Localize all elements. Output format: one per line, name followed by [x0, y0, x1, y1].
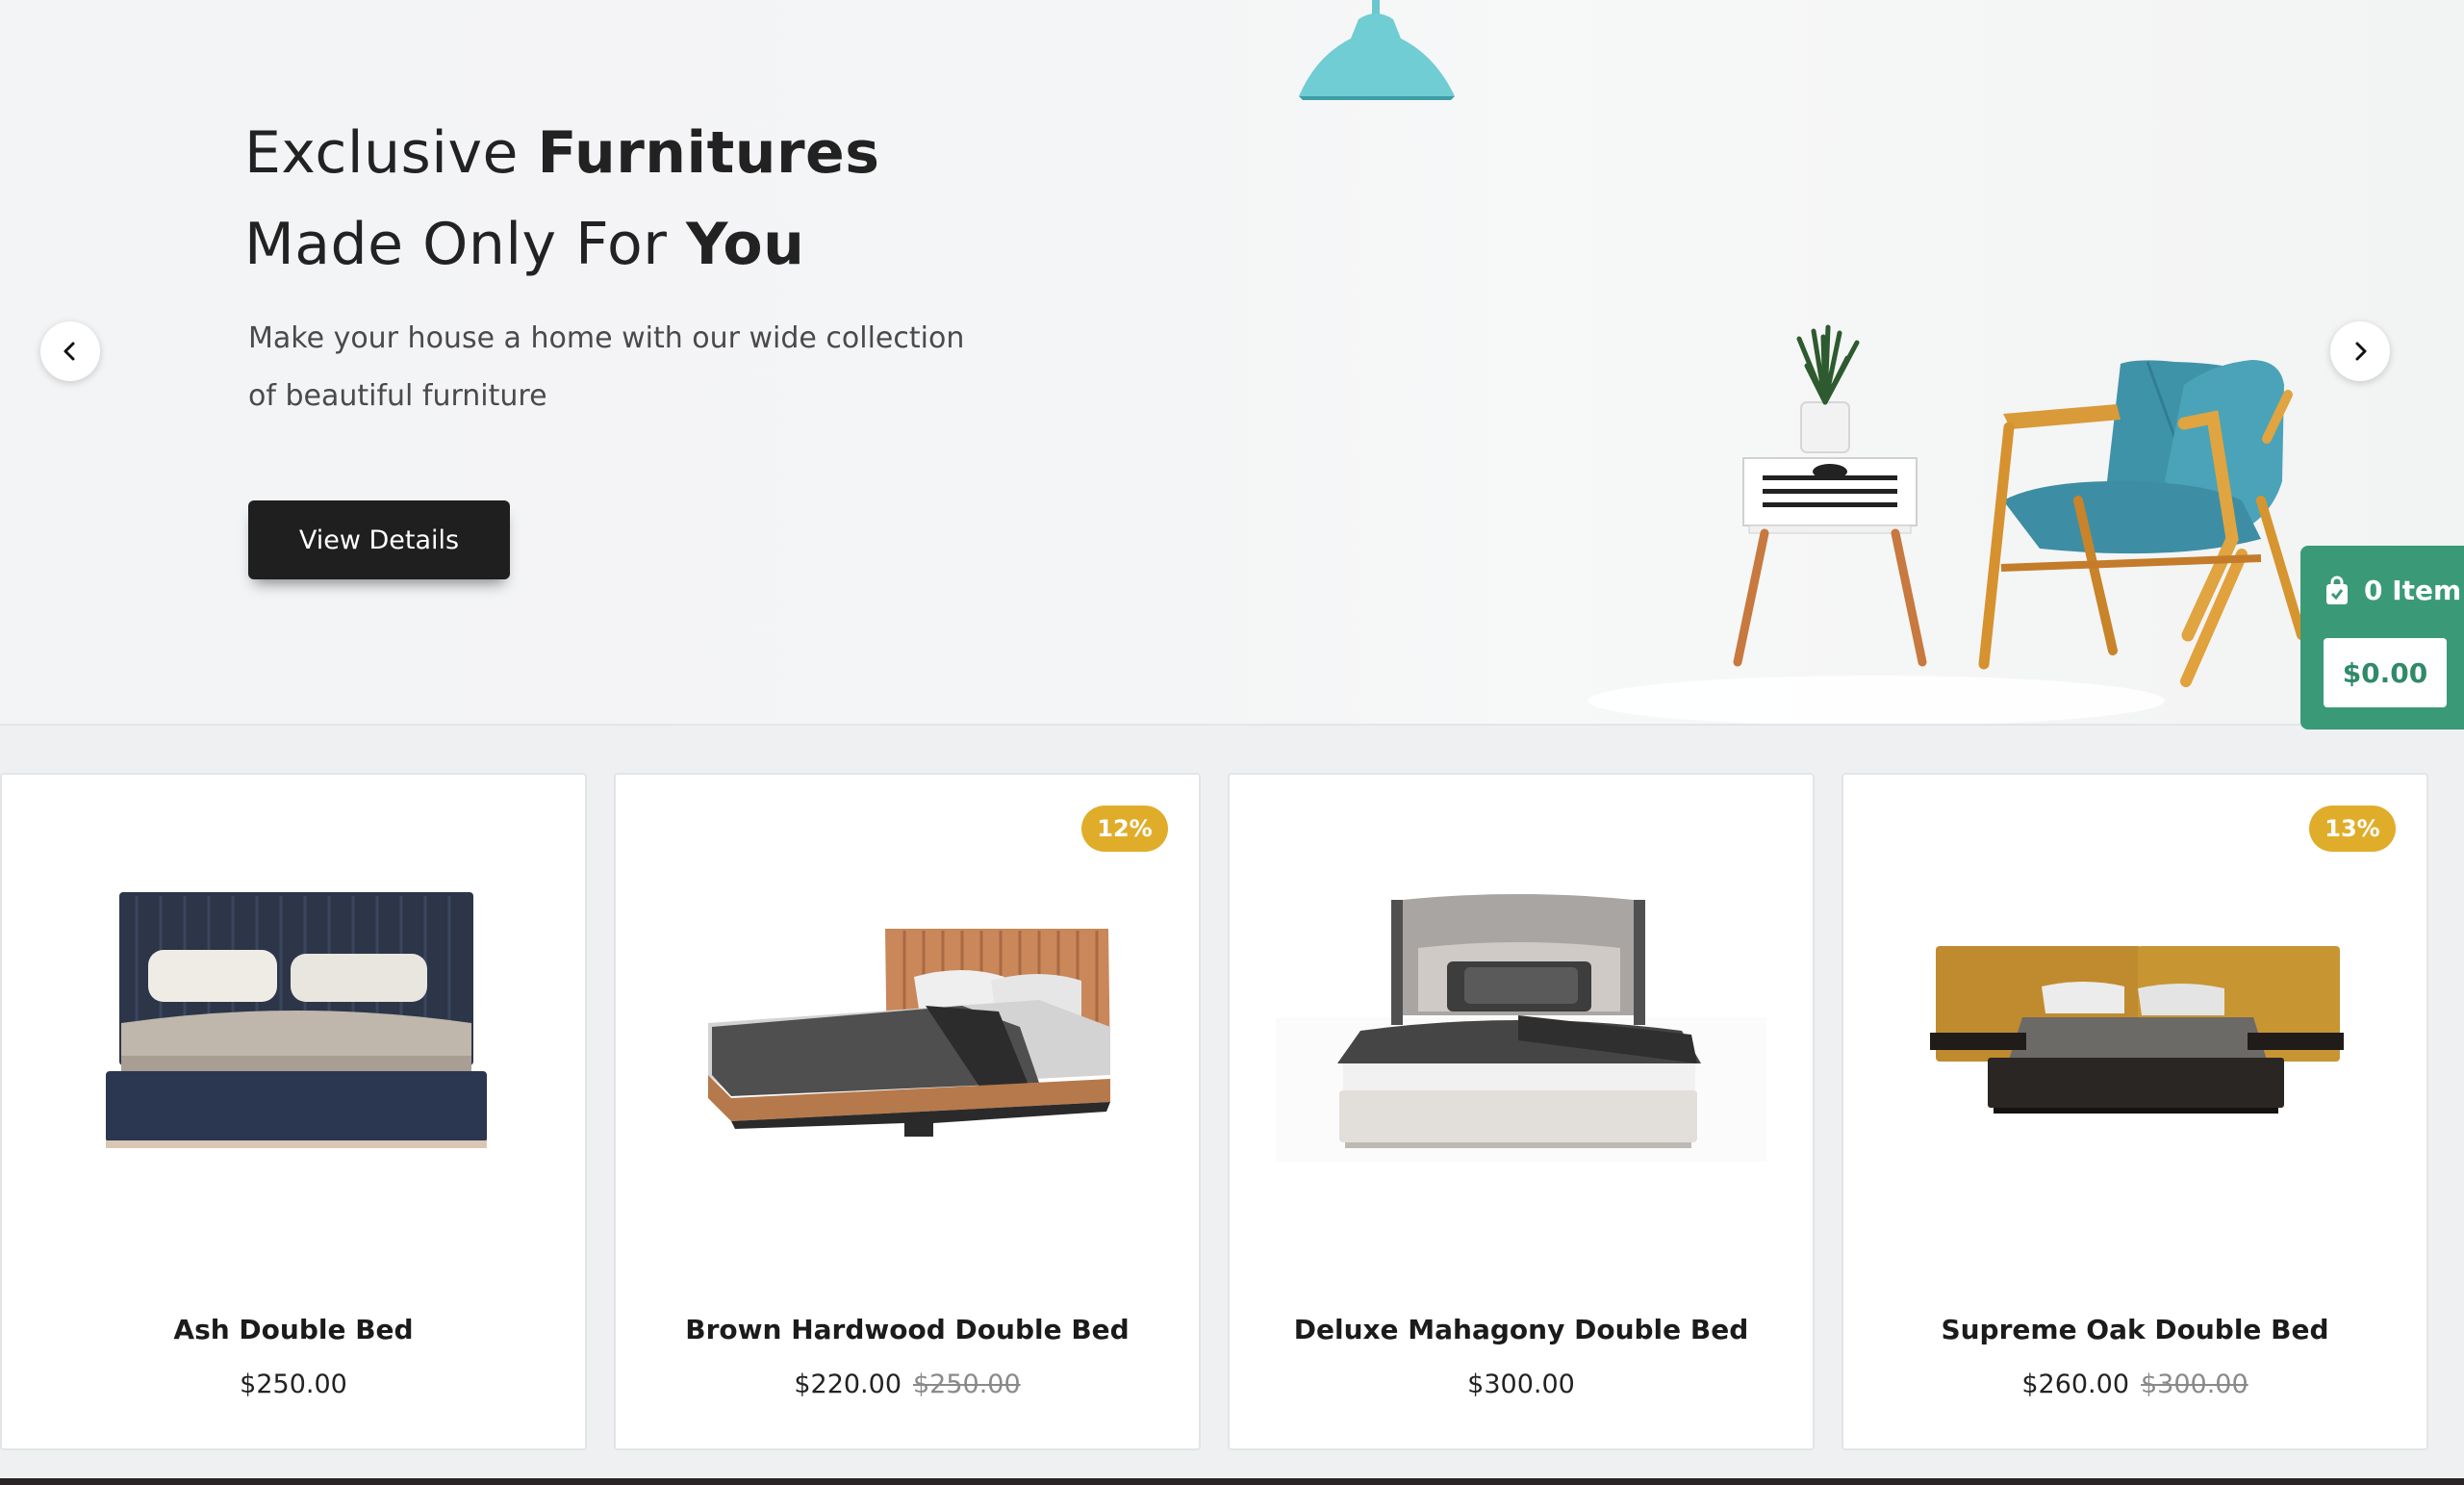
- hero-slider: Exclusive Furnitures Made Only For You M…: [0, 0, 2464, 726]
- product-price: $250.00: [240, 1370, 347, 1399]
- hero-title: Exclusive Furnitures Made Only For You: [244, 108, 879, 291]
- product-card[interactable]: Deluxe Mahagony Double Bed $300.00: [1228, 773, 1815, 1450]
- cart-widget[interactable]: 0 Item $0.00: [2300, 546, 2464, 730]
- shopping-bag-icon: [2326, 576, 2348, 604]
- product-price-row: $260.00 $300.00: [1843, 1370, 2426, 1399]
- hero-title-line1: Exclusive Furnitures: [244, 119, 880, 187]
- discount-badge: 12%: [1081, 806, 1168, 852]
- product-old-price: $300.00: [2141, 1370, 2248, 1399]
- product-card[interactable]: 13% Supreme Oak Double Bed $260.00 $300.0…: [1842, 773, 2428, 1450]
- slider-next-button[interactable]: [2330, 321, 2390, 381]
- hero-title-line2: Made Only For You: [244, 211, 805, 278]
- product-name[interactable]: Supreme Oak Double Bed: [1843, 1314, 2426, 1345]
- product-price-row: $220.00 $250.00: [616, 1370, 1199, 1399]
- product-card[interactable]: Ash Double Bed $250.00: [0, 773, 587, 1450]
- page-bottom-edge: [0, 1478, 2464, 1485]
- cart-count: 0 Item: [2324, 575, 2461, 606]
- product-price-row: $300.00: [1230, 1370, 1813, 1399]
- hero-subtitle: Make your house a home with our wide col…: [248, 321, 965, 413]
- product-name[interactable]: Deluxe Mahagony Double Bed: [1230, 1314, 1813, 1345]
- cart-count-label: 0 Item: [2364, 575, 2462, 606]
- view-details-button[interactable]: View Details: [248, 500, 510, 579]
- product-price: $300.00: [1467, 1370, 1575, 1399]
- product-grid: Ash Double Bed $250.00 12% Brown Hardwoo…: [0, 773, 2464, 1454]
- chevron-left-icon: [64, 342, 75, 361]
- product-old-price: $250.00: [913, 1370, 1021, 1399]
- chevron-right-icon: [2355, 342, 2367, 361]
- product-name[interactable]: Ash Double Bed: [2, 1314, 585, 1345]
- product-image: [1276, 894, 1766, 1162]
- cart-total: $0.00: [2324, 638, 2447, 707]
- product-name[interactable]: Brown Hardwood Double Bed: [616, 1314, 1199, 1345]
- product-image: [106, 892, 487, 1148]
- armchair: [1978, 360, 2306, 687]
- product-price: $220.00: [794, 1370, 902, 1399]
- product-card[interactable]: 12% Brown Hardwood Double Bed $220.00 $25…: [614, 773, 1201, 1450]
- side-table: [1733, 324, 1927, 667]
- pendant-lamp: [1299, 0, 1455, 100]
- product-price: $260.00: [2021, 1370, 2129, 1399]
- discount-badge: 13%: [2309, 806, 2396, 852]
- slider-prev-button[interactable]: [40, 321, 100, 381]
- product-price-row: $250.00: [2, 1370, 585, 1399]
